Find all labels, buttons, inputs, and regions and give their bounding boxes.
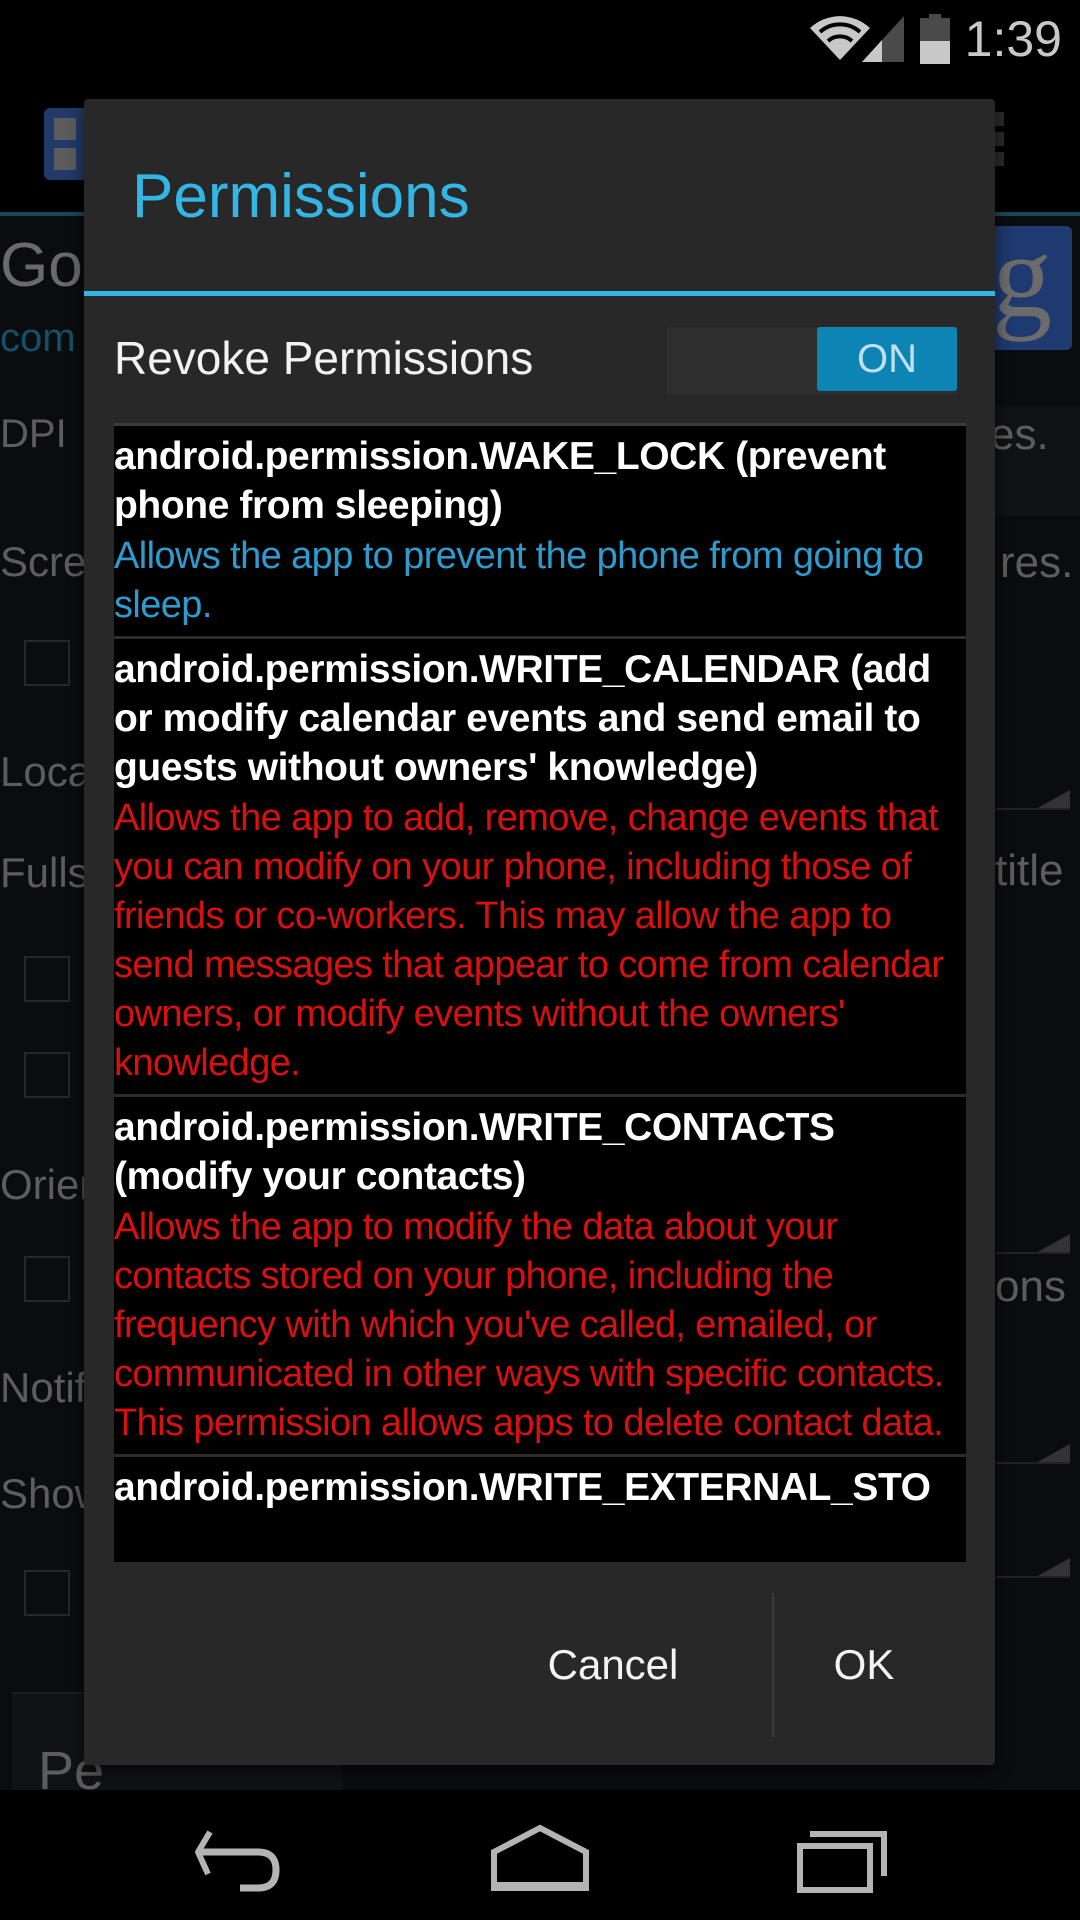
title-divider bbox=[84, 291, 995, 296]
cancel-button[interactable]: Cancel bbox=[454, 1589, 772, 1739]
ok-button[interactable]: OK bbox=[774, 1589, 954, 1739]
back-icon[interactable] bbox=[180, 1820, 300, 1900]
google-icon: g bbox=[988, 226, 1072, 350]
permission-name: android.permission.WRITE_EXTERNAL_STO bbox=[114, 1466, 931, 1509]
permission-description: Allows the app to add, remove, change ev… bbox=[114, 797, 944, 1084]
background-label: Notif bbox=[0, 1364, 87, 1411]
background-checkbox bbox=[24, 956, 70, 1002]
background-label: Scre bbox=[0, 538, 87, 585]
navigation-bar bbox=[0, 1790, 1080, 1920]
background-spinner bbox=[996, 762, 1070, 810]
battery-icon bbox=[920, 14, 950, 64]
background-label: Loca bbox=[0, 748, 92, 795]
background-spinner bbox=[996, 1206, 1070, 1254]
permission-item[interactable]: android.permission.WRITE_CALENDAR (add o… bbox=[114, 636, 966, 1094]
background-spinner bbox=[996, 1530, 1070, 1578]
background-label: es. bbox=[990, 410, 1049, 459]
dialog-button-bar: Cancel OK bbox=[84, 1589, 995, 1739]
cell-signal-icon bbox=[862, 16, 904, 62]
dialog-title: Permissions bbox=[132, 162, 470, 231]
clock: 1:39 bbox=[964, 11, 1062, 67]
permission-description: Allows the app to prevent the phone from… bbox=[114, 535, 924, 626]
permission-name: android.permission.WAKE_LOCK (prevent ph… bbox=[114, 435, 886, 527]
home-icon[interactable] bbox=[480, 1820, 600, 1900]
background-app-title: Go bbox=[0, 231, 83, 300]
permission-item[interactable]: android.permission.WRITE_EXTERNAL_STO bbox=[114, 1454, 966, 1518]
revoke-permissions-toggle[interactable]: ON bbox=[667, 327, 957, 395]
background-checkbox bbox=[24, 640, 70, 686]
permission-item[interactable]: android.permission.WRITE_CONTACTS (modif… bbox=[114, 1094, 966, 1454]
background-label: ons bbox=[995, 1262, 1066, 1311]
background-checkbox bbox=[24, 1570, 70, 1616]
permission-item[interactable]: android.permission.WAKE_LOCK (prevent ph… bbox=[114, 423, 966, 636]
permissions-dialog: Permissions Revoke Permissions ON androi… bbox=[84, 99, 995, 1765]
permission-description: Allows the app to modify the data about … bbox=[114, 1206, 944, 1444]
background-label: Fulls bbox=[0, 849, 89, 896]
background-app-subtitle: com bbox=[0, 316, 76, 360]
permission-name: android.permission.WRITE_CALENDAR (add o… bbox=[114, 648, 931, 789]
toggle-thumb: ON bbox=[817, 327, 957, 391]
background-checkbox bbox=[24, 1256, 70, 1302]
revoke-permissions-label: Revoke Permissions bbox=[114, 332, 534, 384]
permission-name: android.permission.WRITE_CONTACTS (modif… bbox=[114, 1106, 835, 1198]
permissions-list[interactable]: android.permission.WAKE_LOCK (prevent ph… bbox=[114, 423, 966, 1562]
background-spinner bbox=[996, 1416, 1070, 1464]
recent-apps-icon[interactable] bbox=[776, 1820, 896, 1900]
background-label: res. bbox=[1000, 538, 1074, 587]
status-bar: 1:39 bbox=[0, 0, 1080, 76]
background-label: title bbox=[995, 846, 1064, 895]
background-label: DPI bbox=[0, 412, 67, 456]
background-checkbox bbox=[24, 1052, 70, 1098]
